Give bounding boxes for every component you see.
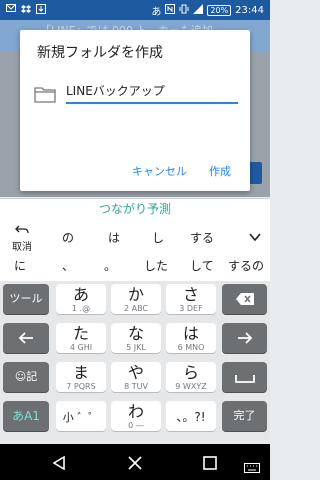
keyboard: ツール あ1 .@ か2 ABC さ3 DEF た4 GHI な5 JKL は6… — [0, 281, 270, 441]
candidate-item[interactable]: した — [144, 257, 168, 274]
kana-key-ya[interactable]: や8 TUV — [111, 362, 161, 392]
backspace-icon — [235, 293, 254, 305]
undo-icon — [15, 225, 29, 234]
left-arrow-icon — [18, 332, 33, 344]
kana-key-wa[interactable]: わ0 ― — [111, 401, 161, 431]
vibrate-icon — [179, 4, 189, 17]
folder-name-input[interactable]: LINEバックアップ — [66, 82, 238, 104]
kana-key-sa[interactable]: さ3 DEF — [166, 284, 216, 314]
nfc-icon — [165, 3, 176, 17]
recents-icon[interactable] — [203, 455, 217, 474]
kana-key-ra[interactable]: ら9 WXYZ — [166, 362, 216, 392]
kana-key-ka[interactable]: か2 ABC — [111, 284, 161, 314]
kana-key-ha[interactable]: は6 MNO — [166, 323, 216, 353]
undo-button[interactable]: 取消 — [10, 225, 34, 253]
cancel-button[interactable]: キャンセル — [132, 163, 187, 179]
home-icon[interactable] — [128, 455, 142, 474]
right-arrow-key[interactable] — [222, 323, 267, 353]
kana-key-a[interactable]: あ1 .@ — [56, 284, 106, 314]
punctuation-key[interactable]: 、。?! — [166, 401, 216, 431]
dialog-title: 新規フォルダを作成 — [37, 45, 163, 61]
candidate-item[interactable]: し — [152, 229, 164, 246]
new-folder-dialog: 新規フォルダを作成 LINEバックアップ キャンセル 作成 — [20, 30, 250, 191]
candidate-item[interactable]: 。 — [104, 257, 116, 274]
battery-indicator: 20% — [207, 4, 232, 16]
done-key[interactable]: 完了 — [222, 401, 267, 431]
kana-key-ma[interactable]: ま7 PQRS — [56, 362, 106, 392]
space-key[interactable] — [222, 362, 267, 392]
dropbox-icon — [21, 4, 31, 17]
candidate-item[interactable]: の — [62, 229, 74, 246]
candidate-item[interactable]: 、 — [62, 257, 74, 274]
right-arrow-icon — [237, 332, 252, 344]
input-mode-key[interactable]: あA1 — [3, 401, 49, 431]
folder-icon — [34, 85, 56, 103]
candidate-item[interactable]: に — [14, 257, 26, 274]
kana-key-na[interactable]: な5 JKL — [111, 323, 161, 353]
backspace-key[interactable] — [222, 284, 267, 314]
back-icon[interactable] — [52, 455, 66, 474]
emoji-key[interactable]: ☺記 — [3, 362, 49, 392]
candidate-area: 取消 の は し する に 、 。 した して するの — [0, 219, 270, 281]
folder-name-value: LINEバックアップ — [66, 84, 165, 98]
space-icon — [234, 375, 255, 383]
clock: 23:44 — [235, 4, 264, 16]
mail-icon — [6, 3, 16, 17]
tool-key[interactable]: ツール — [3, 284, 49, 314]
create-button[interactable]: 作成 — [209, 163, 231, 179]
left-arrow-key[interactable] — [3, 323, 49, 353]
keyboard-switch-icon[interactable] — [244, 458, 260, 477]
prediction-bar[interactable]: つながり予測 — [0, 198, 270, 220]
signal-icon — [193, 3, 204, 17]
chevron-down-icon[interactable] — [248, 229, 262, 243]
download-icon — [36, 3, 46, 17]
small-kana-key[interactable]: 小 ゛゜ — [56, 401, 106, 431]
candidate-item[interactable]: する — [190, 229, 214, 246]
status-bar: あ 20% 23:44 — [0, 0, 270, 20]
kana-key-ta[interactable]: た4 GHI — [56, 323, 106, 353]
ime-indicator: あ — [151, 6, 162, 18]
candidate-item[interactable]: して — [190, 257, 214, 274]
candidate-item[interactable]: するの — [228, 257, 264, 274]
candidate-item[interactable]: は — [108, 229, 120, 246]
navigation-bar — [0, 444, 270, 480]
undo-label: 取消 — [12, 242, 32, 253]
